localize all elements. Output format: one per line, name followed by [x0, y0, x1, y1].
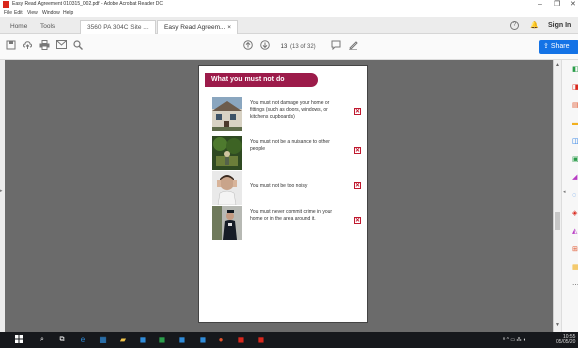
system-tray-icons[interactable]: ᴿ ^ ▭ ⁂ ◖ [503, 336, 526, 344]
share-icon: ⇪ [543, 43, 551, 50]
task-view-icon[interactable]: ⧉ [57, 335, 67, 345]
email-icon[interactable] [54, 40, 68, 54]
previous-page-icon[interactable] [241, 40, 255, 54]
tab-tools[interactable]: Tools [40, 20, 55, 34]
edge-icon[interactable]: e [78, 335, 88, 345]
clock-date: 05/05/20 [556, 339, 576, 345]
chrome-icon[interactable]: ● [216, 335, 226, 345]
create-pdf-icon[interactable]: ◨ [572, 84, 578, 92]
clock[interactable]: 10:55 05/05/20 [556, 335, 575, 345]
cross-icon: ✕ [354, 108, 361, 115]
share-tool-icon[interactable]: ▦ [572, 264, 578, 272]
next-page-icon[interactable] [258, 40, 272, 54]
scroll-down-icon[interactable]: ▼ [555, 322, 560, 328]
cloud-upload-icon[interactable] [20, 40, 34, 54]
list-item: You must not damage your home or fitting… [212, 97, 362, 131]
minimize-button[interactable]: – [538, 1, 542, 9]
share-button[interactable]: ⇪ Share [539, 40, 578, 54]
send-for-signature-icon[interactable]: ◌ [572, 192, 578, 200]
section-heading-text: What you must not do [211, 76, 285, 83]
tab-bar: Home Tools 3560 PA 304C Site ... Easy Re… [0, 17, 578, 34]
export-pdf-icon[interactable]: ◧ [572, 66, 578, 74]
edit-pdf-icon[interactable]: ▤ [572, 102, 578, 110]
police-photo [212, 206, 242, 240]
list-item-text: You must not damage your home or fitting… [250, 100, 330, 120]
acrobat-icon [3, 1, 9, 8]
list-item: You must never commit crime in your home… [212, 206, 362, 240]
pen-icon[interactable] [346, 40, 360, 54]
tab-document-2[interactable]: Easy Read Agreem... × [157, 20, 239, 34]
redact-icon[interactable]: ◭ [572, 228, 578, 236]
close-button[interactable]: ✕ [570, 1, 576, 9]
store-icon[interactable]: ▦ [98, 335, 108, 345]
organize-pages-icon[interactable]: ▣ [572, 156, 578, 164]
cross-icon: ✕ [354, 217, 361, 224]
menu-bar: File Edit View Window Help [0, 10, 578, 17]
list-item: You must not be too noisy ✕ [212, 171, 362, 205]
menu-view[interactable]: View [27, 10, 38, 17]
section-heading: What you must not do [205, 73, 318, 87]
save-icon[interactable] [4, 40, 18, 54]
restore-button[interactable]: ❐ [554, 1, 560, 9]
cross-icon: ✕ [354, 182, 361, 189]
menu-help[interactable]: Help [63, 10, 73, 17]
expand-arrow-icon: ▸ [0, 188, 3, 194]
cross-icon: ✕ [354, 147, 361, 154]
person-covering-ears-photo [212, 171, 242, 205]
list-item-text: You must never commit crime in your home… [250, 209, 333, 222]
scrollbar-thumb[interactable] [555, 212, 560, 230]
right-tools-pane: ◧ ◨ ▤ ▬ ◫ ▣ ◢ ◌ ◈ ◭ ⊞ ▦ ⋯ ◂ [561, 60, 578, 332]
share-label: Share [550, 43, 570, 50]
garden-photo [212, 136, 242, 170]
powerpoint-icon[interactable]: ◼ [236, 335, 246, 345]
tab-home[interactable]: Home [10, 20, 27, 34]
word-icon[interactable]: ◼ [177, 335, 187, 345]
list-item-text: You must not be too noisy [250, 183, 308, 189]
toolbar: 13 (13 of 32) ⇪ Share [0, 34, 578, 60]
menu-file[interactable]: File [4, 10, 12, 17]
list-item: You must not be a nuisance to other peop… [212, 136, 362, 170]
help-icon[interactable]: ? [510, 21, 519, 30]
outlook-icon[interactable]: ◼ [138, 335, 148, 345]
sign-in-link[interactable]: Sign In [548, 17, 571, 34]
combine-files-icon[interactable]: ◫ [572, 138, 578, 146]
pdf-page: What you must not do You must not damage… [198, 65, 368, 347]
collapse-arrow-icon[interactable]: ◂ [563, 188, 570, 196]
protect-icon[interactable]: ◈ [572, 210, 578, 218]
teams-icon[interactable]: ◼ [198, 335, 208, 345]
search-icon[interactable] [71, 40, 85, 54]
search-taskbar-icon[interactable]: ⌕ [37, 335, 47, 345]
bell-icon[interactable]: 🔔 [530, 21, 539, 29]
list-item-text: You must not be a nuisance to other peop… [250, 139, 330, 152]
page-count: (13 of 32) [290, 44, 316, 50]
menu-edit[interactable]: Edit [14, 10, 23, 17]
tab-document-1[interactable]: 3560 PA 304C Site ... [80, 20, 156, 34]
page-number-input[interactable]: 13 [280, 42, 288, 52]
print-icon[interactable] [37, 40, 51, 54]
menu-window[interactable]: Window [42, 10, 60, 17]
scroll-up-icon[interactable]: ▲ [555, 62, 560, 68]
collapse-pane-icon[interactable]: ⋯ [572, 282, 578, 290]
more-tools-icon[interactable]: ⊞ [572, 246, 578, 254]
title-bar: Easy Read Agreement 010315_002.pdf - Ado… [0, 0, 578, 10]
acrobat-taskbar-icon[interactable]: ◼ [256, 335, 266, 345]
fill-sign-icon[interactable]: ◢ [572, 174, 578, 182]
windows-start-icon[interactable] [14, 335, 24, 345]
vertical-scrollbar[interactable]: ▲ ▼ [553, 60, 561, 332]
window-title: Easy Read Agreement 010315_002.pdf - Ado… [12, 1, 163, 7]
taskbar: ⌕ ⧉ e ▦ ▰ ◼ ◼ ◼ ◼ ● ◼ ◼ ᴿ ^ ▭ ⁂ ◖ 10:55 0… [0, 332, 578, 348]
file-explorer-icon[interactable]: ▰ [118, 335, 128, 345]
house-photo [212, 97, 242, 131]
excel-icon[interactable]: ◼ [157, 335, 167, 345]
comment-tool-icon[interactable]: ▬ [572, 120, 578, 128]
comment-icon[interactable] [329, 40, 343, 54]
